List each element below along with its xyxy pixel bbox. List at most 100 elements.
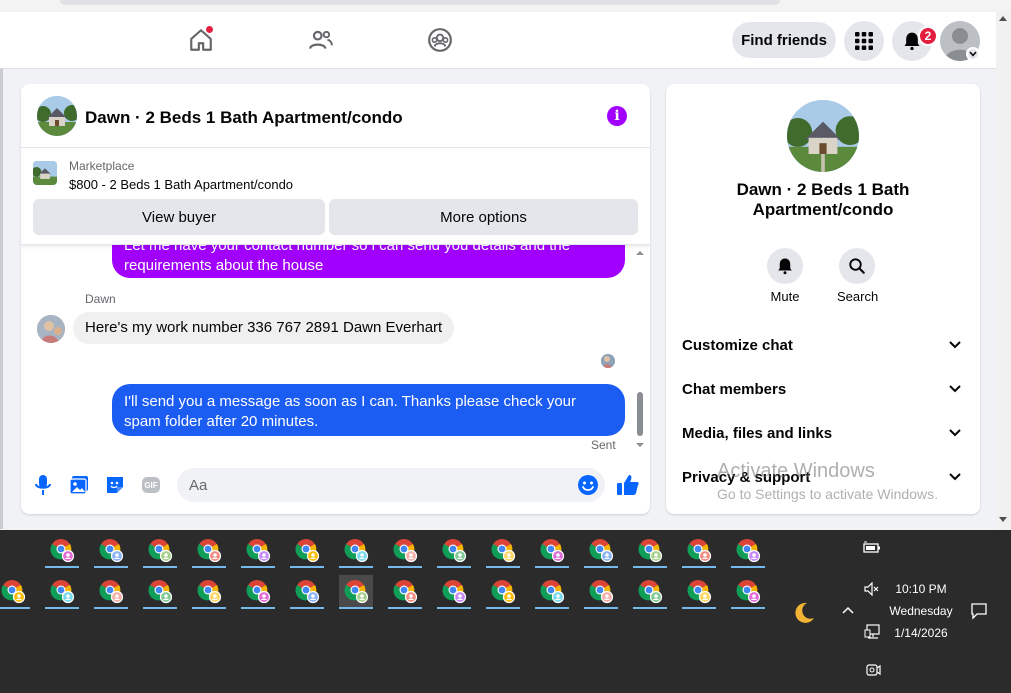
- listing-large-avatar[interactable]: [787, 100, 859, 172]
- chrome-app-icon[interactable]: [633, 575, 667, 609]
- info-icon[interactable]: i: [607, 106, 627, 126]
- chrome-app-icon[interactable]: [339, 575, 373, 609]
- chrome-app-icon[interactable]: [45, 575, 79, 609]
- chrome-app-icon[interactable]: [388, 575, 422, 609]
- chrome-app-icon[interactable]: [437, 534, 471, 568]
- chrome-app-icon[interactable]: [0, 575, 30, 609]
- top-navigation: Find friends 2: [0, 12, 996, 69]
- chrome-app-icon[interactable]: [731, 575, 765, 609]
- chevron-down-icon: [949, 385, 961, 393]
- chrome-app-icon[interactable]: [143, 575, 177, 609]
- message-input[interactable]: [177, 468, 605, 502]
- chrome-app-icon[interactable]: [290, 575, 324, 609]
- menu-grid-icon[interactable]: [844, 21, 884, 61]
- chrome-app-icon[interactable]: [731, 534, 765, 568]
- chrome-app-icon[interactable]: [192, 575, 226, 609]
- chrome-app-icon[interactable]: [241, 534, 275, 568]
- chrome-app-icon[interactable]: [535, 575, 569, 609]
- listing-avatar[interactable]: [37, 96, 77, 136]
- chat-title[interactable]: Dawn · 2 Beds 1 Bath Apartment/condo: [85, 108, 403, 128]
- chrome-icon: [148, 580, 173, 604]
- chrome-app-icon[interactable]: [682, 575, 716, 609]
- privacy-support-section[interactable]: Privacy & support: [666, 458, 980, 498]
- thumbs-up-icon[interactable]: [616, 473, 640, 497]
- outgoing-message[interactable]: I'll send you a message as soon as I can…: [112, 384, 625, 436]
- mute-button[interactable]: Mute: [765, 248, 805, 304]
- home-icon[interactable]: [185, 24, 217, 56]
- customize-chat-section[interactable]: Customize chat: [666, 326, 980, 366]
- clock-date[interactable]: 1/14/2026: [889, 626, 953, 640]
- more-options-button[interactable]: More options: [329, 199, 638, 235]
- chrome-icon: [736, 580, 761, 604]
- page-scroll-up-icon[interactable]: [999, 16, 1007, 21]
- chevron-down-icon: [949, 341, 961, 349]
- windows-taskbar: 10:10 PM Wednesday 1/14/2026: [0, 530, 1011, 693]
- chrome-app-icon[interactable]: [94, 534, 128, 568]
- scroll-down-icon[interactable]: [633, 440, 647, 450]
- chrome-icon: [736, 539, 761, 563]
- message-text-partial: Let me have your contact number so i can…: [124, 244, 571, 254]
- listing-thumbnail[interactable]: [33, 161, 57, 185]
- chrome-app-icon[interactable]: [388, 534, 422, 568]
- chrome-app-icon[interactable]: [535, 534, 569, 568]
- battery-icon[interactable]: [863, 541, 881, 558]
- emoji-icon[interactable]: [577, 474, 599, 496]
- sender-avatar[interactable]: [37, 315, 65, 343]
- chrome-icon: [540, 580, 565, 604]
- chrome-app-icon[interactable]: [192, 534, 226, 568]
- account-chevron-icon[interactable]: [966, 47, 980, 61]
- notifications-center-icon[interactable]: [970, 602, 988, 623]
- message-text: requirements about the house: [124, 257, 324, 274]
- chrome-app-icon[interactable]: [633, 534, 667, 568]
- chrome-app-icon[interactable]: [584, 575, 618, 609]
- media-files-links-section[interactable]: Media, files and links: [666, 414, 980, 454]
- find-friends-button[interactable]: Find friends: [732, 22, 836, 58]
- volume-muted-icon[interactable]: [864, 581, 880, 599]
- chrome-icon: [687, 539, 712, 563]
- page-scroll-down-icon[interactable]: [999, 517, 1007, 522]
- incoming-message[interactable]: Here's my work number 336 767 2891 Dawn …: [73, 312, 455, 344]
- sender-name: Dawn: [85, 292, 116, 306]
- chevron-up-icon[interactable]: [841, 604, 855, 618]
- sticker-icon[interactable]: [104, 474, 126, 496]
- friends-icon[interactable]: [305, 24, 337, 56]
- chrome-icon: [148, 539, 173, 563]
- listing-price-title[interactable]: $800 - 2 Beds 1 Bath Apartment/condo: [69, 177, 293, 192]
- search-button[interactable]: Search: [837, 248, 879, 304]
- view-buyer-button[interactable]: View buyer: [33, 199, 325, 235]
- chat-header: Dawn · 2 Beds 1 Bath Apartment/condo i: [21, 84, 650, 148]
- chrome-app-icon[interactable]: [486, 534, 520, 568]
- clock-day[interactable]: Wednesday: [889, 604, 953, 618]
- page-scrollbar[interactable]: [996, 12, 1011, 530]
- chrome-app-icon[interactable]: [584, 534, 618, 568]
- chrome-app-icon[interactable]: [290, 534, 324, 568]
- chrome-app-icon[interactable]: [437, 575, 471, 609]
- marketplace-label: Marketplace: [69, 159, 135, 173]
- night-light-icon[interactable]: [791, 600, 817, 629]
- notification-count-badge: 2: [918, 26, 938, 46]
- network-icon[interactable]: [864, 624, 882, 643]
- clock-time[interactable]: 10:10 PM: [889, 582, 953, 596]
- chrome-app-icon[interactable]: [45, 534, 79, 568]
- chrome-icon: [589, 580, 614, 604]
- photo-attach-icon[interactable]: [68, 474, 90, 496]
- left-panel-edge: [0, 69, 3, 529]
- chrome-app-icon[interactable]: [486, 575, 520, 609]
- microphone-icon[interactable]: [32, 474, 54, 496]
- gif-icon[interactable]: GIF: [142, 477, 160, 493]
- chrome-app-icon[interactable]: [241, 575, 275, 609]
- meet-now-icon[interactable]: [864, 662, 882, 681]
- chrome-app-icon[interactable]: [682, 534, 716, 568]
- search-label: Search: [837, 289, 879, 304]
- chat-members-section[interactable]: Chat members: [666, 370, 980, 410]
- scroll-up-icon[interactable]: [633, 248, 647, 258]
- chrome-icon: [540, 539, 565, 563]
- chrome-app-icon[interactable]: [143, 534, 177, 568]
- groups-icon[interactable]: [424, 24, 456, 56]
- chrome-icon: [491, 539, 516, 563]
- outgoing-message[interactable]: Let me have your contact number so i can…: [112, 244, 625, 278]
- chat-scroll-thumb[interactable]: [637, 392, 643, 436]
- chat-scrollbar[interactable]: [633, 244, 647, 456]
- chrome-app-icon[interactable]: [94, 575, 128, 609]
- chrome-app-icon[interactable]: [339, 534, 373, 568]
